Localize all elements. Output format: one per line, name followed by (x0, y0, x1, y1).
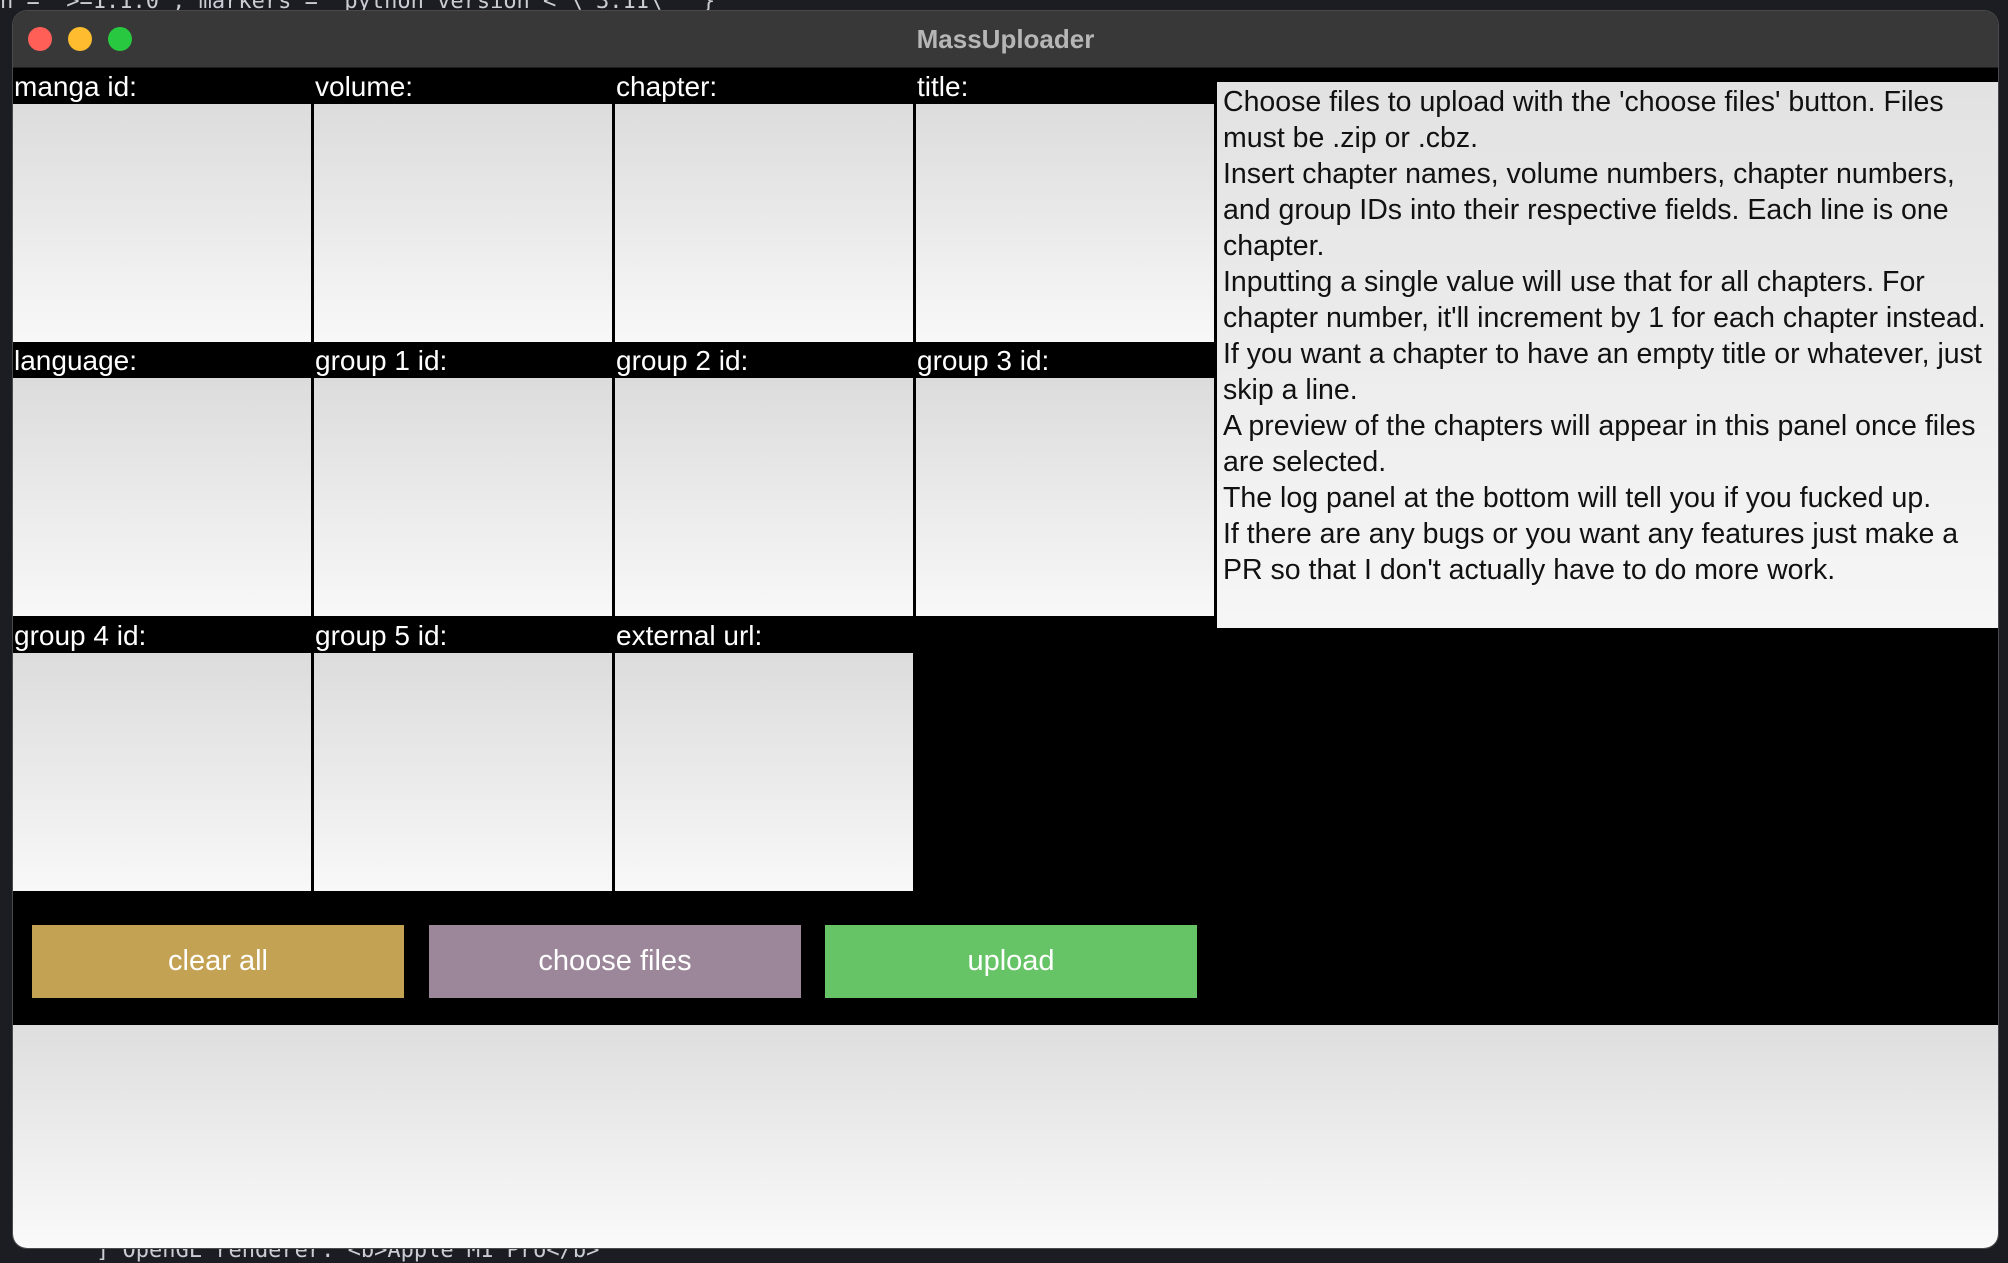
title-input[interactable] (916, 104, 1216, 342)
field-label: title: (917, 71, 969, 102)
volume-input[interactable] (314, 104, 614, 342)
group-4-id-input[interactable] (13, 653, 313, 891)
language-input[interactable] (13, 378, 313, 616)
field-group-3-id: group 3 id: (916, 342, 1216, 616)
field-group-4-id: group 4 id: (13, 617, 313, 891)
app-window: MassUploader manga id: volume: chapter: … (13, 11, 1998, 1248)
field-language: language: (13, 342, 313, 616)
field-label: group 1 id: (315, 345, 448, 376)
group-2-id-input[interactable] (615, 378, 915, 616)
field-group-1-id: group 1 id: (314, 342, 614, 616)
info-line: A preview of the chapters will appear in… (1223, 410, 1976, 478)
group-1-id-input[interactable] (314, 378, 614, 616)
main-content: manga id: volume: chapter: title: langua… (13, 68, 1998, 1248)
info-line: Choose files to upload with the 'choose … (1223, 86, 1944, 154)
field-label: language: (14, 345, 138, 376)
clear-all-button[interactable]: clear all (32, 925, 404, 998)
field-label: group 2 id: (616, 345, 749, 376)
field-group-5-id: group 5 id: (314, 617, 614, 891)
field-label: external url: (616, 620, 763, 651)
field-manga-id: manga id: (13, 68, 313, 342)
title-bar[interactable]: MassUploader (13, 11, 1998, 68)
field-label: volume: (315, 71, 414, 102)
field-external-url: external url: (615, 617, 915, 891)
info-line: If you want a chapter to have an empty t… (1223, 338, 1982, 406)
field-group-2-id: group 2 id: (615, 342, 915, 616)
upload-button[interactable]: upload (825, 925, 1197, 998)
info-line: The log panel at the bottom will tell yo… (1223, 482, 1932, 514)
info-line: Inputting a single value will use that f… (1223, 266, 1986, 334)
choose-files-button[interactable]: choose files (429, 925, 801, 998)
info-preview-panel[interactable]: Choose files to upload with the 'choose … (1217, 82, 1998, 628)
field-chapter: chapter: (615, 68, 915, 342)
field-label: group 3 id: (917, 345, 1050, 376)
field-label: chapter: (616, 71, 718, 102)
field-volume: volume: (314, 68, 614, 342)
info-line: If there are any bugs or you want any fe… (1223, 518, 1959, 586)
field-title: title: (916, 68, 1216, 342)
info-line: Insert chapter names, volume numbers, ch… (1223, 158, 1955, 262)
group-3-id-input[interactable] (916, 378, 1216, 616)
external-url-input[interactable] (615, 653, 915, 891)
group-5-id-input[interactable] (314, 653, 614, 891)
field-label: group 4 id: (14, 620, 147, 651)
chapter-input[interactable] (615, 104, 915, 342)
manga-id-input[interactable] (13, 104, 313, 342)
window-title: MassUploader (916, 24, 1095, 54)
field-label: group 5 id: (315, 620, 448, 651)
log-panel[interactable] (13, 1025, 1998, 1248)
field-label: manga id: (14, 71, 137, 102)
